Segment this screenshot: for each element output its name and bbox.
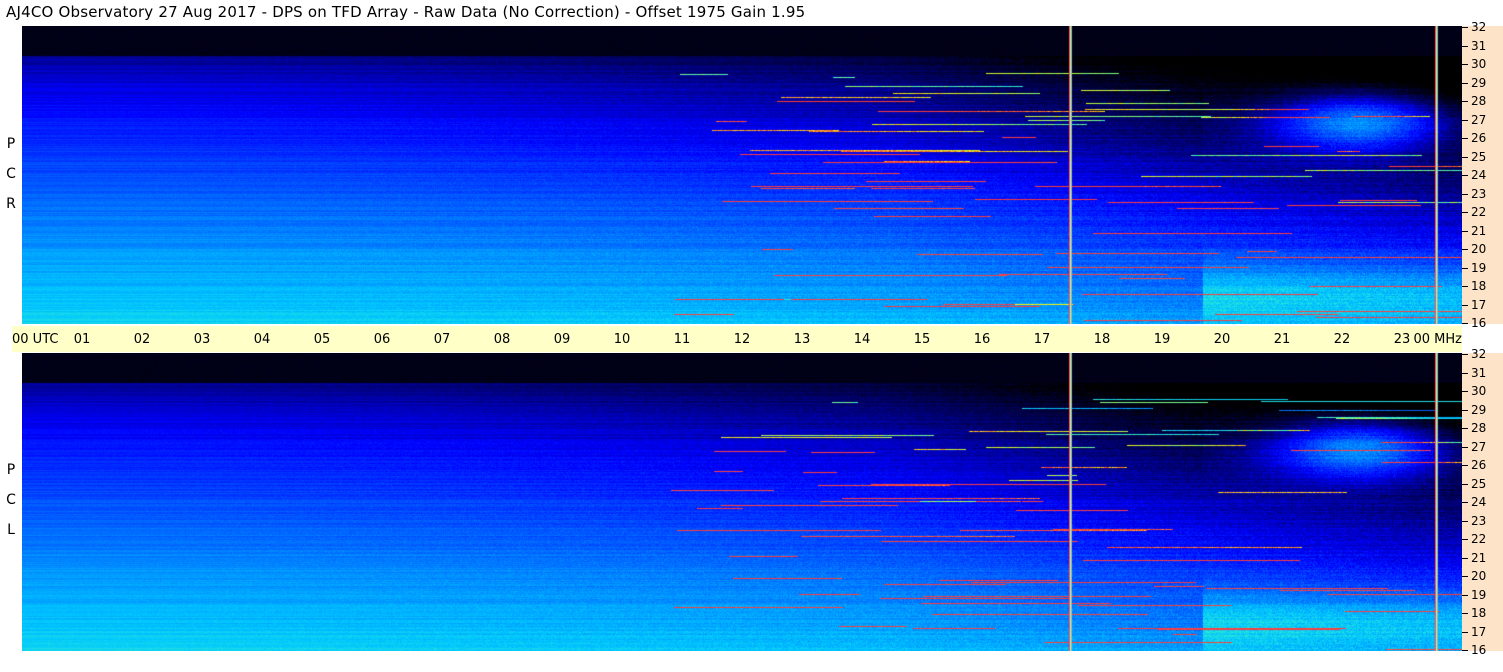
lcp-label-letter: L	[7, 522, 15, 538]
lcp-spectrogram-canvas	[22, 353, 1462, 651]
frequency-tick-label: 17	[1461, 624, 1487, 639]
time-tick-label: 08	[493, 332, 511, 347]
time-axis-end-label: 00 MHz	[1413, 332, 1463, 347]
rcp-label-letter: R	[6, 196, 16, 212]
time-tick-label: 04	[253, 332, 271, 347]
time-axis: 00 UTC 00 MHz 01 02 03 04 05 06 07 08 09 10 11 12 13…	[12, 326, 1462, 352]
lcp-spectrogram	[22, 353, 1462, 651]
frequency-tick-label: 19	[1461, 587, 1487, 602]
lcp-label-letter: C	[6, 492, 16, 508]
time-tick-label: 19	[1153, 332, 1171, 347]
time-tick-label: 14	[853, 332, 871, 347]
frequency-tick-label: 28	[1461, 421, 1487, 435]
frequency-tick-label: 32	[1461, 347, 1487, 361]
time-tick-label: 05	[313, 332, 331, 347]
time-tick-label: 03	[193, 332, 211, 347]
time-tick-label: 13	[793, 332, 811, 347]
frequency-tick-label: 30	[1461, 384, 1487, 398]
rcp-spectrogram-canvas	[22, 26, 1462, 324]
rcp-polarization-label: P C R	[4, 136, 18, 226]
time-tick-label: 16	[973, 332, 991, 347]
frequency-tick-label: 21	[1461, 223, 1487, 238]
frequency-tick-label: 19	[1461, 260, 1487, 275]
frequency-tick-label: 28	[1461, 94, 1487, 108]
frequency-tick-label: 29	[1461, 75, 1487, 90]
frequency-tick-label: 25	[1461, 476, 1487, 491]
time-tick-label: 07	[433, 332, 451, 347]
frequency-tick-label: 31	[1461, 38, 1487, 53]
frequency-tick-label: 31	[1461, 365, 1487, 380]
frequency-tick-label: 23	[1461, 186, 1487, 201]
frequency-tick-label: 24	[1461, 168, 1487, 182]
frequency-tick-label: 22	[1461, 205, 1487, 219]
frequency-tick-label: 18	[1461, 279, 1487, 293]
time-tick-label: 20	[1213, 332, 1231, 347]
page-title: AJ4CO Observatory 27 Aug 2017 - DPS on T…	[6, 3, 806, 21]
frequency-tick-label: 20	[1461, 569, 1487, 583]
lcp-label-letter: P	[6, 462, 16, 478]
frequency-tick-label: 30	[1461, 57, 1487, 71]
time-tick-label: 17	[1033, 332, 1051, 347]
frequency-tick-label: 27	[1461, 439, 1487, 454]
time-tick-label: 11	[673, 332, 691, 347]
frequency-tick-label: 26	[1461, 131, 1487, 145]
lcp-polarization-label: P C L	[4, 462, 18, 552]
frequency-tick-label: 16	[1461, 643, 1487, 657]
time-tick-label: 06	[373, 332, 391, 347]
rcp-label-letter: P	[6, 136, 16, 152]
time-tick-label: 02	[133, 332, 151, 347]
time-tick-label: 18	[1093, 332, 1111, 347]
frequency-tick-label: 26	[1461, 458, 1487, 472]
time-tick-label: 10	[613, 332, 631, 347]
frequency-tick-label: 23	[1461, 513, 1487, 528]
time-tick-label: 22	[1333, 332, 1351, 347]
time-tick-label: 15	[913, 332, 931, 347]
time-tick-label: 21	[1273, 332, 1291, 347]
rcp-frequency-axis: 32 31 30 29 28 27 26 25 24 23 22 21 20 19 18 17 16	[1461, 20, 1503, 330]
lcp-frequency-axis: 32 31 30 29 28 27 26 25 24 23 22 21 20 19 18 17 16	[1461, 347, 1503, 657]
frequency-tick-label: 16	[1461, 316, 1487, 330]
frequency-tick-label: 24	[1461, 495, 1487, 509]
frequency-tick-label: 20	[1461, 242, 1487, 256]
frequency-tick-label: 32	[1461, 20, 1487, 34]
frequency-tick-label: 25	[1461, 149, 1487, 164]
rcp-label-letter: C	[6, 166, 16, 182]
frequency-tick-label: 18	[1461, 606, 1487, 620]
time-tick-label: 09	[553, 332, 571, 347]
time-axis-start-label: 00 UTC	[12, 332, 59, 347]
time-tick-label: 12	[733, 332, 751, 347]
time-tick-label: 23	[1393, 332, 1411, 347]
frequency-tick-label: 21	[1461, 550, 1487, 565]
frequency-tick-label: 17	[1461, 297, 1487, 312]
rcp-spectrogram	[22, 26, 1462, 324]
time-tick-label: 01	[73, 332, 91, 347]
frequency-tick-label: 22	[1461, 532, 1487, 546]
frequency-tick-label: 29	[1461, 402, 1487, 417]
frequency-tick-label: 27	[1461, 112, 1487, 127]
